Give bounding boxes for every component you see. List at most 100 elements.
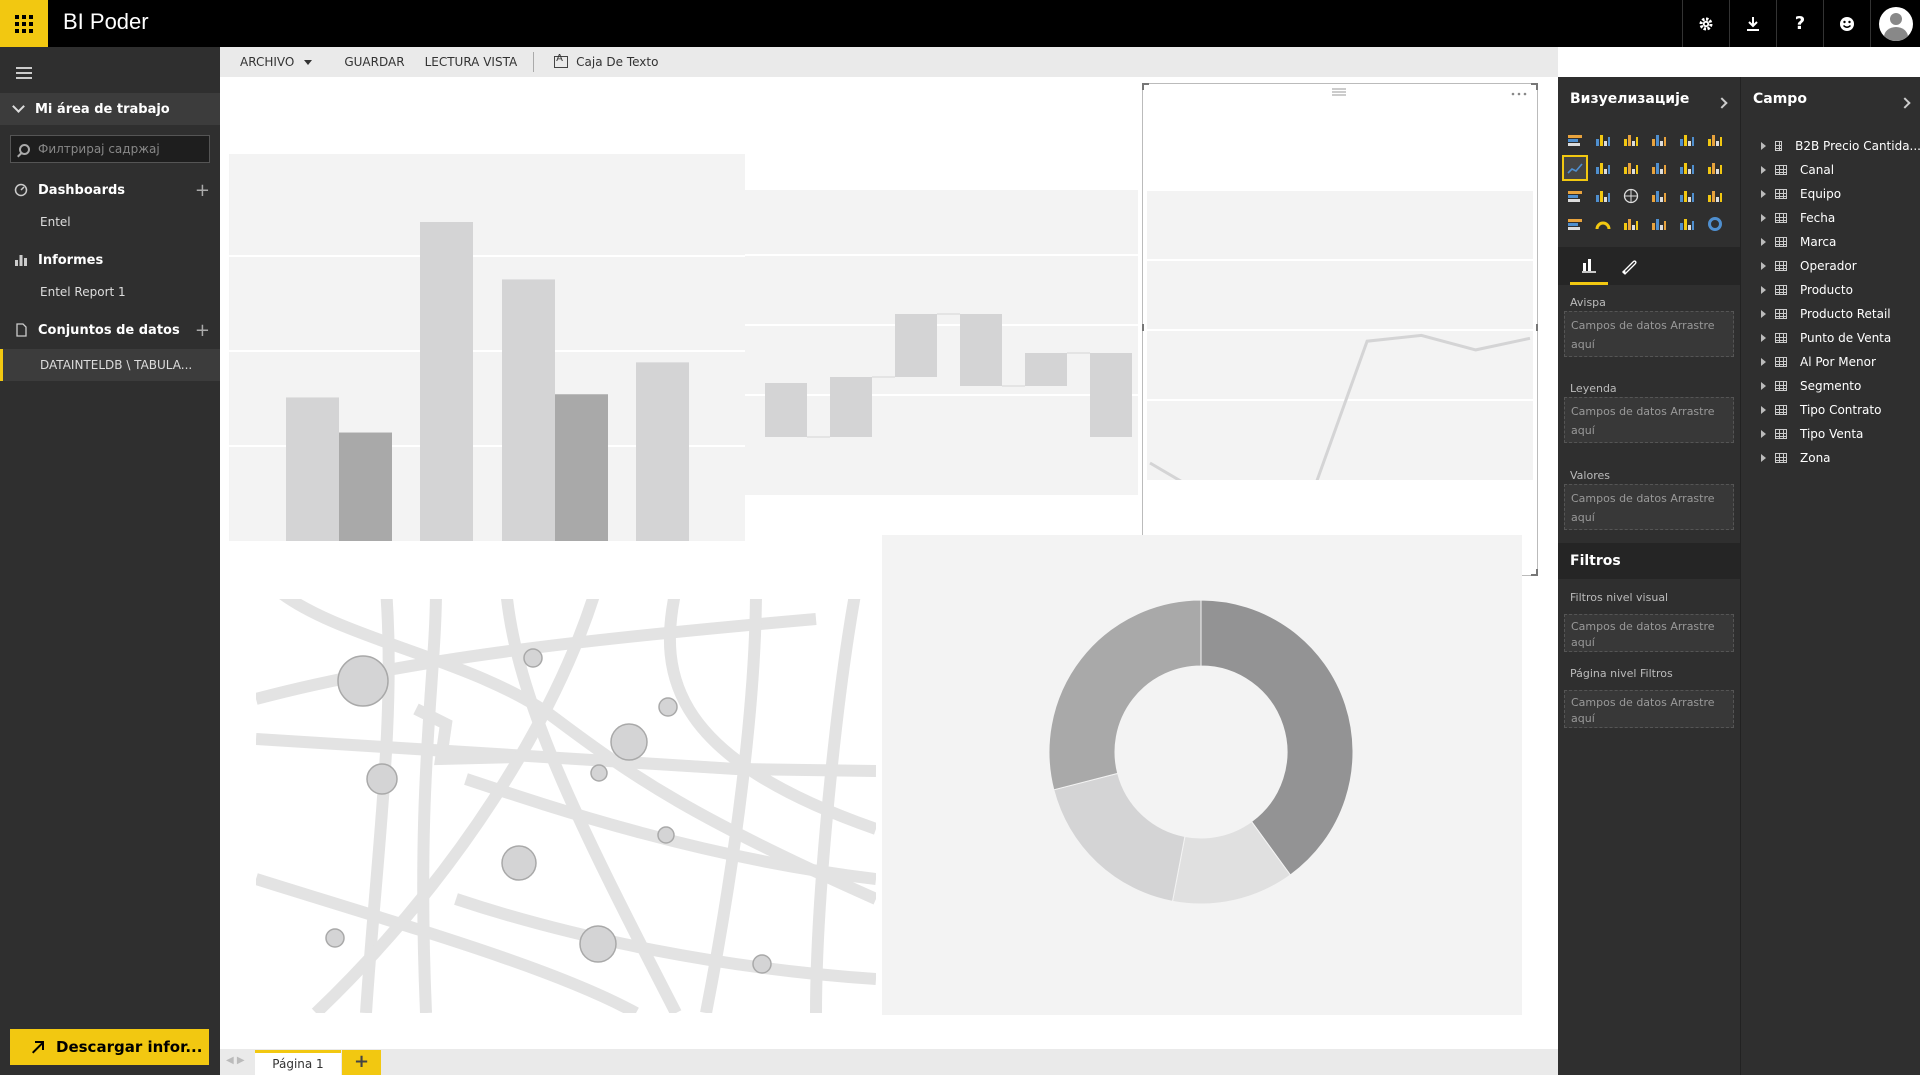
values-drop-zone[interactable]: Campos de datos Arrastre aquí — [1564, 484, 1734, 530]
field-item[interactable]: Producto Retail — [1741, 302, 1920, 326]
100-stacked-column-icon[interactable] — [1704, 129, 1726, 151]
expand-arrow-icon[interactable] — [1761, 286, 1766, 294]
account-button[interactable] — [1870, 0, 1920, 47]
field-item[interactable]: Canal — [1741, 158, 1920, 182]
clustered-column-icon[interactable] — [1648, 129, 1670, 151]
report-canvas[interactable] — [220, 77, 1558, 1049]
save-button[interactable]: GUARDAR — [344, 55, 404, 69]
expand-arrow-icon[interactable] — [1761, 382, 1766, 390]
donut-visual[interactable] — [882, 535, 1522, 1015]
field-item[interactable]: Zona — [1741, 446, 1920, 470]
drag-grip-icon[interactable] — [1331, 87, 1347, 96]
area-chart-icon[interactable] — [1592, 157, 1614, 179]
filter-content-field[interactable] — [10, 135, 210, 163]
globe-map-icon[interactable] — [1620, 185, 1642, 207]
nav-report-item-entel-report-1[interactable]: Entel Report 1 — [40, 285, 126, 299]
expand-arrow-icon[interactable] — [1761, 358, 1766, 366]
nav-dashboard-item-entel[interactable]: Entel — [40, 215, 71, 229]
reading-view-button[interactable]: LECTURA VISTA — [425, 55, 518, 69]
expand-arrow-icon[interactable] — [1761, 430, 1766, 438]
pie-chart-icon[interactable] — [1564, 185, 1586, 207]
help-button[interactable]: ? — [1776, 0, 1823, 47]
expand-arrow-icon[interactable] — [1761, 406, 1766, 414]
filled-map-icon[interactable] — [1704, 185, 1726, 207]
stacked-column-icon[interactable] — [1592, 129, 1614, 151]
format-tab[interactable] — [1610, 247, 1648, 285]
resize-handle[interactable] — [1142, 324, 1144, 331]
add-page-button[interactable]: + — [342, 1050, 381, 1075]
chevron-right-icon[interactable] — [1899, 97, 1911, 109]
filter-content-input[interactable] — [38, 142, 198, 156]
card-icon[interactable] — [1620, 213, 1642, 235]
expand-arrow-icon[interactable] — [1761, 454, 1766, 462]
resize-handle[interactable] — [1536, 83, 1538, 90]
text-box-button[interactable]: Caja De Texto — [554, 53, 658, 69]
nav-datasets[interactable]: Conjuntos de datos + — [0, 317, 220, 343]
expand-arrow-icon[interactable] — [1761, 310, 1766, 318]
axis-drop-zone[interactable]: Campos de datos Arrastre aquí — [1564, 311, 1734, 357]
treemap-icon[interactable] — [1592, 185, 1614, 207]
download-report-button[interactable]: Descargar infor... — [10, 1029, 209, 1065]
page-filters-drop-zone[interactable]: Campos de datos Arrastre aquí — [1564, 690, 1734, 728]
selected-visual-frame[interactable] — [1142, 83, 1538, 576]
file-menu[interactable]: ARCHIVO — [240, 55, 313, 69]
expand-arrow-icon[interactable] — [1761, 238, 1766, 246]
resize-handle[interactable] — [1536, 324, 1538, 331]
app-launcher-button[interactable] — [0, 0, 48, 47]
add-dashboard-icon[interactable]: + — [195, 180, 210, 201]
waterfall-visual[interactable] — [745, 190, 1138, 495]
field-item[interactable]: Segmento — [1741, 374, 1920, 398]
field-item[interactable]: Fecha — [1741, 206, 1920, 230]
settings-button[interactable] — [1682, 0, 1729, 47]
scatter-chart-icon[interactable] — [1704, 157, 1726, 179]
nav-dataset-item-dataintel[interactable]: DATAINTELDB \ TABULA... — [0, 349, 220, 381]
ribbon-chart-icon[interactable] — [1676, 157, 1698, 179]
legend-drop-zone[interactable]: Campos de datos Arrastre aquí — [1564, 397, 1734, 443]
fields-tab[interactable] — [1570, 247, 1608, 285]
field-item[interactable]: Tipo Venta — [1741, 422, 1920, 446]
expand-arrow-icon[interactable] — [1761, 166, 1766, 174]
field-item[interactable]: Punto de Venta — [1741, 326, 1920, 350]
workspace-header[interactable]: Mi área de trabajo — [0, 93, 220, 125]
hamburger-icon[interactable] — [16, 67, 32, 82]
field-item[interactable]: Operador — [1741, 254, 1920, 278]
line-clustered-column-icon[interactable] — [1648, 157, 1670, 179]
gauge-icon[interactable] — [1592, 213, 1614, 235]
resize-handle[interactable] — [1142, 83, 1144, 90]
map-visual[interactable] — [256, 599, 876, 1013]
field-item[interactable]: Tipo Contrato — [1741, 398, 1920, 422]
multi-row-card-icon[interactable] — [1648, 213, 1670, 235]
matrix-icon[interactable] — [1676, 185, 1698, 207]
more-options-icon[interactable] — [1511, 92, 1527, 96]
visual-filters-drop-zone[interactable]: Campos de datos Arrastre aquí — [1564, 614, 1734, 652]
field-item[interactable]: B2B Precio Cantida... — [1741, 134, 1920, 158]
clustered-bar-visual[interactable] — [229, 154, 745, 541]
page-nav-arrows-icon[interactable]: ◀ ▶ — [226, 1055, 245, 1066]
nav-dashboards[interactable]: Dashboards + — [0, 177, 220, 203]
100-stacked-bar-icon[interactable] — [1676, 129, 1698, 151]
add-dataset-icon[interactable]: + — [195, 320, 210, 341]
expand-arrow-icon[interactable] — [1761, 142, 1766, 150]
field-item[interactable]: Marca — [1741, 230, 1920, 254]
stacked-bar-icon[interactable] — [1564, 129, 1586, 151]
field-item[interactable]: Producto — [1741, 278, 1920, 302]
expand-arrow-icon[interactable] — [1761, 214, 1766, 222]
download-button[interactable] — [1729, 0, 1776, 47]
table-visual-icon[interactable] — [1648, 185, 1670, 207]
resize-handle[interactable] — [1536, 569, 1538, 576]
slicer-icon[interactable] — [1704, 213, 1726, 235]
clustered-bar-icon[interactable] — [1620, 129, 1642, 151]
field-item[interactable]: Equipo — [1741, 182, 1920, 206]
funnel-icon[interactable] — [1564, 213, 1586, 235]
line-chart-icon[interactable] — [1562, 155, 1588, 181]
page-tab-1[interactable]: Página 1 — [255, 1050, 341, 1075]
line-column-icon[interactable] — [1620, 157, 1642, 179]
expand-arrow-icon[interactable] — [1761, 190, 1766, 198]
field-item[interactable]: Al Por Menor — [1741, 350, 1920, 374]
nav-reports[interactable]: Informes — [0, 247, 220, 273]
feedback-button[interactable] — [1823, 0, 1870, 47]
expand-arrow-icon[interactable] — [1761, 262, 1766, 270]
chevron-right-icon[interactable] — [1716, 97, 1728, 109]
kpi-icon[interactable] — [1676, 213, 1698, 235]
expand-arrow-icon[interactable] — [1761, 334, 1766, 342]
